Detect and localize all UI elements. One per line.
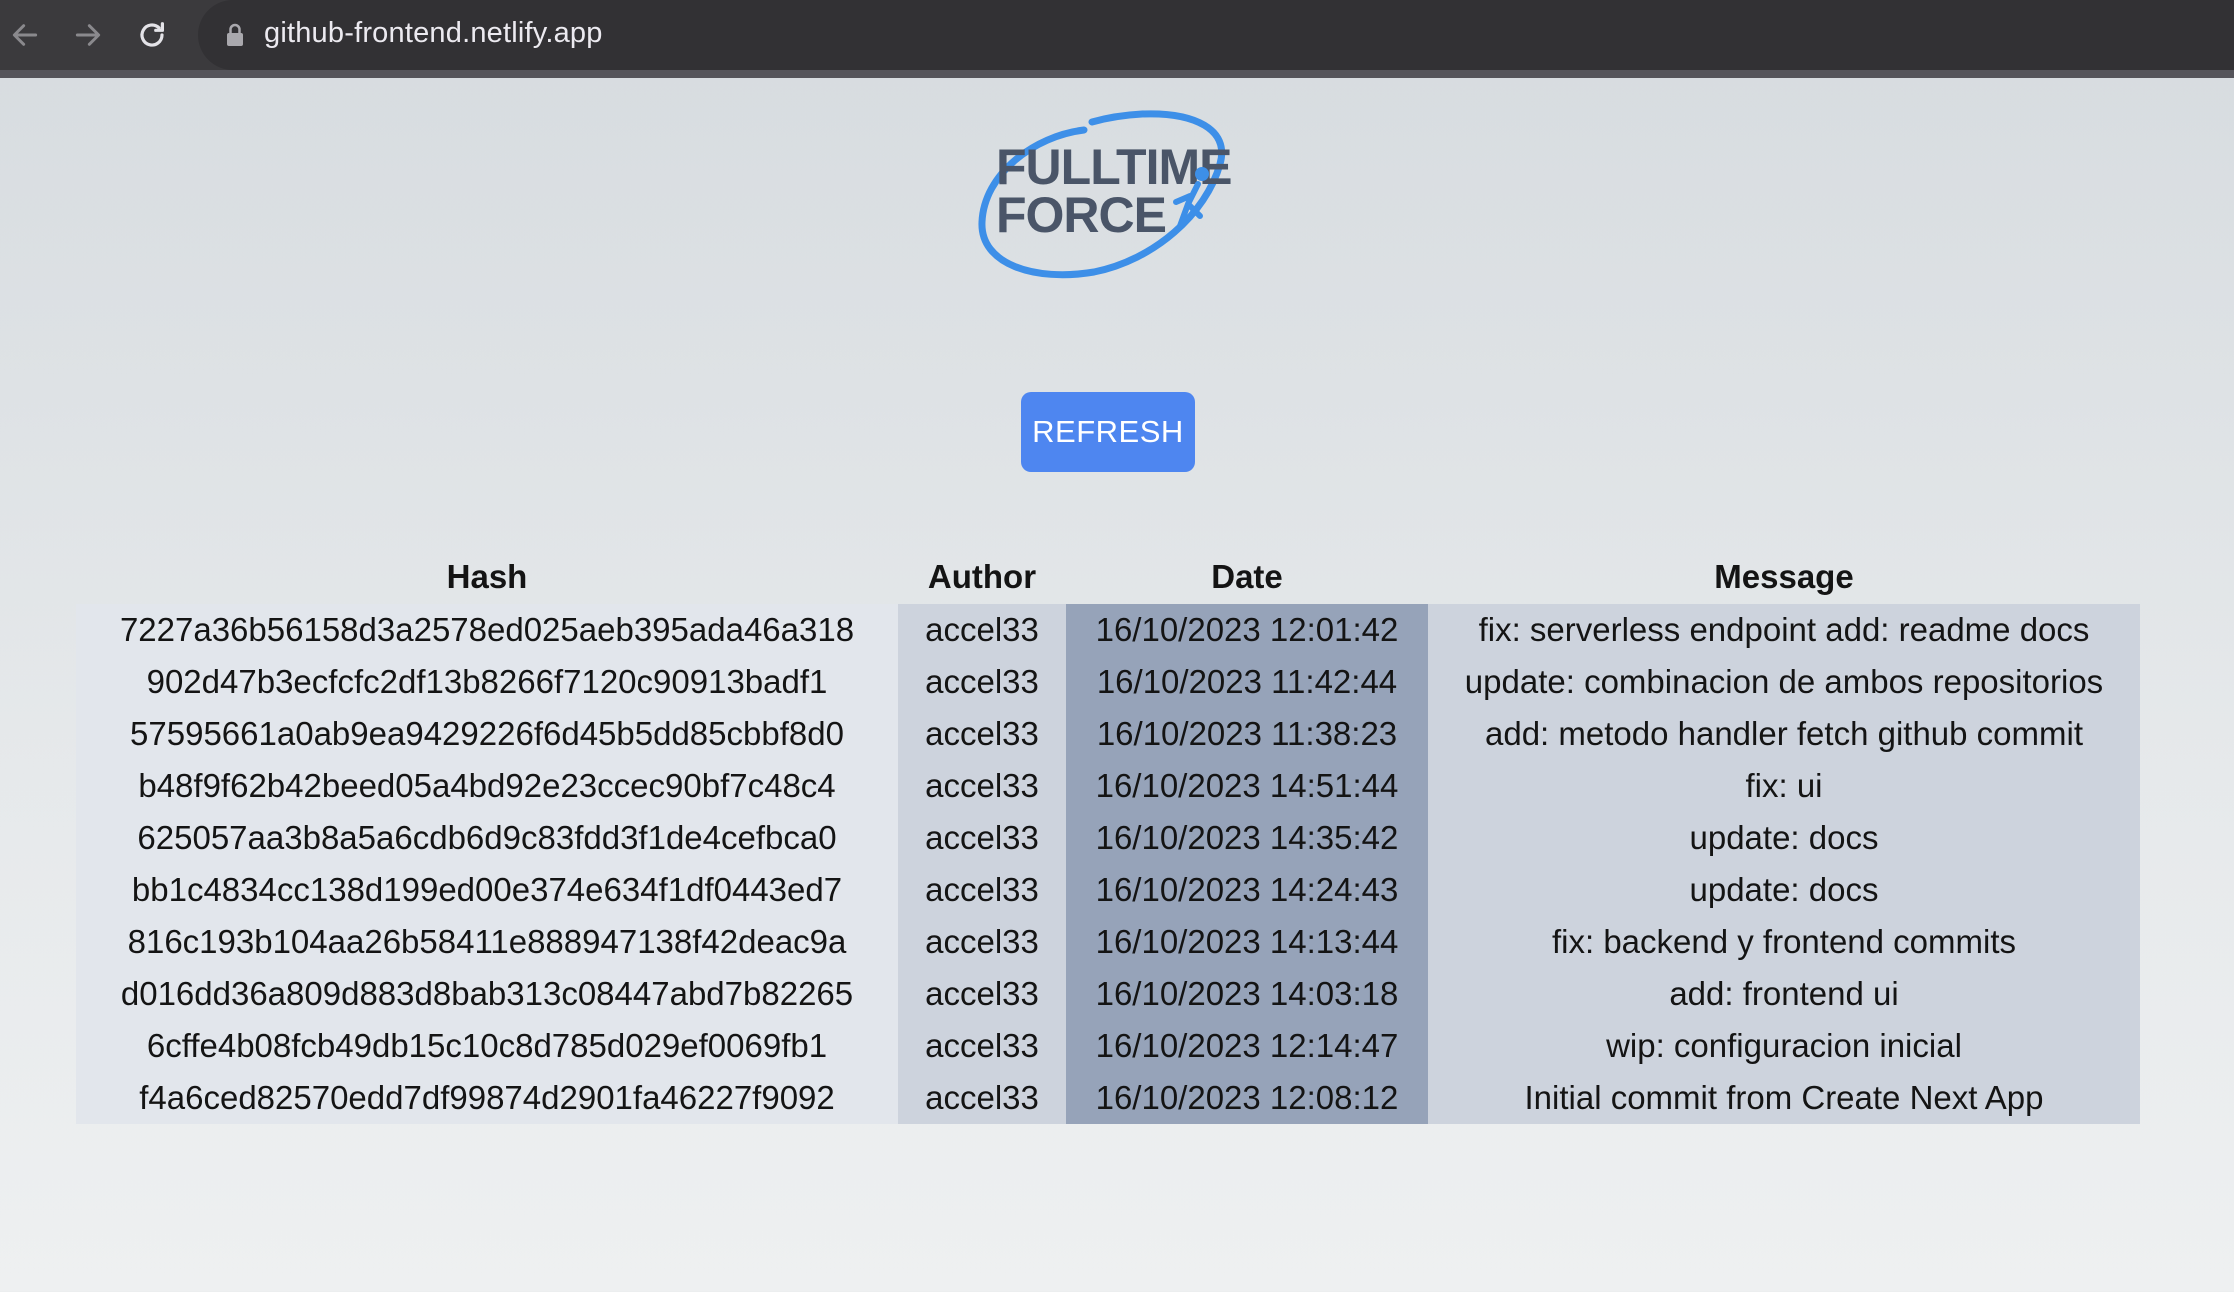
cell-date: 16/10/2023 14:51:44 [1066,760,1428,812]
arrow-right-icon [75,24,101,46]
table-row: d016dd36a809d883d8bab313c08447abd7b82265… [76,968,2140,1020]
url-text: github-frontend.netlify.app [264,17,603,49]
table-row: 6cffe4b08fcb49db15c10c8d785d029ef0069fb1… [76,1020,2140,1072]
cell-message: Initial commit from Create Next App [1428,1072,2140,1124]
browser-toolbar: github-frontend.netlify.app [0,0,2234,78]
table-row: bb1c4834cc138d199ed00e374e634f1df0443ed7… [76,864,2140,916]
table-row: b48f9f62b42beed05a4bd92e23ccec90bf7c48c4… [76,760,2140,812]
cell-author: accel33 [898,1020,1066,1072]
cell-date: 16/10/2023 14:35:42 [1066,812,1428,864]
reload-icon [140,22,164,47]
arrow-left-icon [12,24,38,46]
cell-author: accel33 [898,864,1066,916]
cell-message: fix: serverless endpoint add: readme doc… [1428,604,2140,656]
table-row: 57595661a0ab9ea9429226f6d45b5dd85cbbf8d0… [76,708,2140,760]
table-row: 625057aa3b8a5a6cdb6d9c83fdd3f1de4cefbca0… [76,812,2140,864]
header-author[interactable]: Author [898,550,1066,604]
cell-date: 16/10/2023 11:42:44 [1066,656,1428,708]
cell-date: 16/10/2023 14:03:18 [1066,968,1428,1020]
cell-hash: b48f9f62b42beed05a4bd92e23ccec90bf7c48c4 [76,760,898,812]
cell-hash: bb1c4834cc138d199ed00e374e634f1df0443ed7 [76,864,898,916]
header-hash[interactable]: Hash [76,550,898,604]
cell-author: accel33 [898,708,1066,760]
table-row: 7227a36b56158d3a2578ed025aeb395ada46a318… [76,604,2140,656]
cell-hash: d016dd36a809d883d8bab313c08447abd7b82265 [76,968,898,1020]
cell-author: accel33 [898,760,1066,812]
header-date[interactable]: Date [1066,550,1428,604]
cell-hash: 57595661a0ab9ea9429226f6d45b5dd85cbbf8d0 [76,708,898,760]
logo-line2: FORCE [996,187,1166,243]
lock-icon [227,23,243,46]
cell-hash: 7227a36b56158d3a2578ed025aeb395ada46a318 [76,604,898,656]
cell-message: fix: ui [1428,760,2140,812]
cell-hash: 902d47b3ecfcfc2df13b8266f7120c90913badf1 [76,656,898,708]
cell-hash: 816c193b104aa26b58411e888947138f42deac9a [76,916,898,968]
table-row: f4a6ced82570edd7df99874d2901fa46227f9092… [76,1072,2140,1124]
cell-message: update: docs [1428,864,2140,916]
fulltime-force-logo: FULLTIME FORCE [978,110,1232,279]
cell-message: add: metodo handler fetch github commit [1428,708,2140,760]
cell-date: 16/10/2023 12:08:12 [1066,1072,1428,1124]
cell-hash: 6cffe4b08fcb49db15c10c8d785d029ef0069fb1 [76,1020,898,1072]
forward-button[interactable] [63,10,113,60]
cell-author: accel33 [898,1072,1066,1124]
cell-date: 16/10/2023 14:24:43 [1066,864,1428,916]
table-row: 816c193b104aa26b58411e888947138f42deac9a… [76,916,2140,968]
back-button[interactable] [0,10,50,60]
cell-message: wip: configuracion inicial [1428,1020,2140,1072]
cell-date: 16/10/2023 11:38:23 [1066,708,1428,760]
cell-author: accel33 [898,968,1066,1020]
refresh-button[interactable]: REFRESH [1021,392,1195,472]
cell-author: accel33 [898,812,1066,864]
cell-date: 16/10/2023 14:13:44 [1066,916,1428,968]
reload-button[interactable] [127,10,177,60]
cell-author: accel33 [898,656,1066,708]
cell-message: update: docs [1428,812,2140,864]
cell-hash: 625057aa3b8a5a6cdb6d9c83fdd3f1de4cefbca0 [76,812,898,864]
table-header-row: Hash Author Date Message [76,550,2140,604]
cell-date: 16/10/2023 12:14:47 [1066,1020,1428,1072]
cell-message: fix: backend y frontend commits [1428,916,2140,968]
cell-author: accel33 [898,916,1066,968]
cell-author: accel33 [898,604,1066,656]
header-message[interactable]: Message [1428,550,2140,604]
commits-table: Hash Author Date Message 7227a36b56158d3… [76,550,2140,1124]
cell-message: add: frontend ui [1428,968,2140,1020]
cell-date: 16/10/2023 12:01:42 [1066,604,1428,656]
cell-message: update: combinacion de ambos repositorio… [1428,656,2140,708]
table-row: 902d47b3ecfcfc2df13b8266f7120c90913badf1… [76,656,2140,708]
cell-hash: f4a6ced82570edd7df99874d2901fa46227f9092 [76,1072,898,1124]
address-bar[interactable]: github-frontend.netlify.app [198,0,2234,70]
